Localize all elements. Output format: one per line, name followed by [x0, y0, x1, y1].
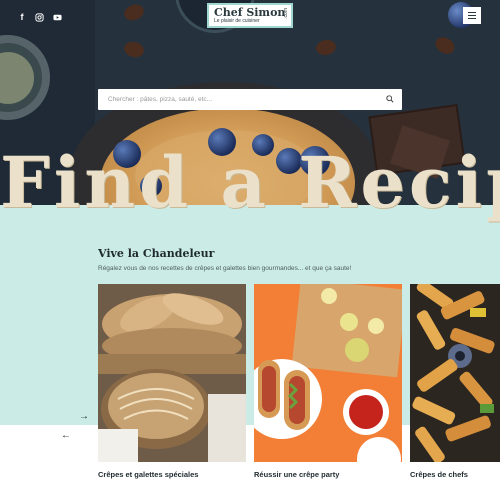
instagram-icon[interactable] [33, 11, 45, 23]
card-label: Crêpes et galettes spéciales [98, 470, 199, 479]
card-label: Crêpes de chefs [410, 470, 468, 479]
facebook-icon[interactable]: f [16, 11, 28, 23]
recipe-card[interactable]: Crêpes et galettes spéciales [98, 284, 246, 479]
search-bar [98, 89, 402, 110]
bread-basket-photo [98, 284, 246, 462]
menu-bar [468, 18, 476, 19]
coffee-bean [122, 2, 146, 23]
hero-title: Find a Recipe [0, 141, 500, 224]
card-label: Réussir une crêpe party [254, 470, 340, 479]
recipe-card[interactable]: Réussir une crêpe party [254, 284, 402, 479]
facebook-glyph: f [20, 12, 24, 22]
logo-title: Chef Simon [214, 6, 286, 19]
search-icon[interactable] [386, 95, 394, 103]
next-arrow-icon[interactable]: → [77, 409, 91, 423]
coffee-bean [122, 39, 146, 60]
coffee-bean [314, 38, 338, 57]
coffee-bean [432, 34, 458, 57]
site-logo[interactable]: Chef Simon Le plaisir de cuisiner .com [207, 3, 293, 28]
hamburger-menu-icon[interactable] [463, 7, 481, 24]
prev-arrow-icon[interactable]: ← [59, 428, 73, 442]
menu-bar [468, 15, 476, 16]
youtube-icon[interactable] [51, 11, 63, 23]
section-title: Vive la Chandeleur [98, 247, 215, 260]
section-description: Régalez vous de nos recettes de crêpes e… [98, 265, 352, 272]
page: f Chef Simon Le plaisir de cuisiner .com [0, 0, 500, 500]
logo-suffix: .com [283, 8, 289, 19]
logo-subtitle: Le plaisir de cuisiner [214, 18, 260, 24]
recipe-card[interactable]: Crêpes de chefs [410, 284, 500, 479]
pasta-photo [410, 284, 500, 462]
menu-bar [468, 12, 476, 13]
search-input[interactable] [98, 89, 378, 110]
hotdog-party-photo [254, 284, 402, 462]
